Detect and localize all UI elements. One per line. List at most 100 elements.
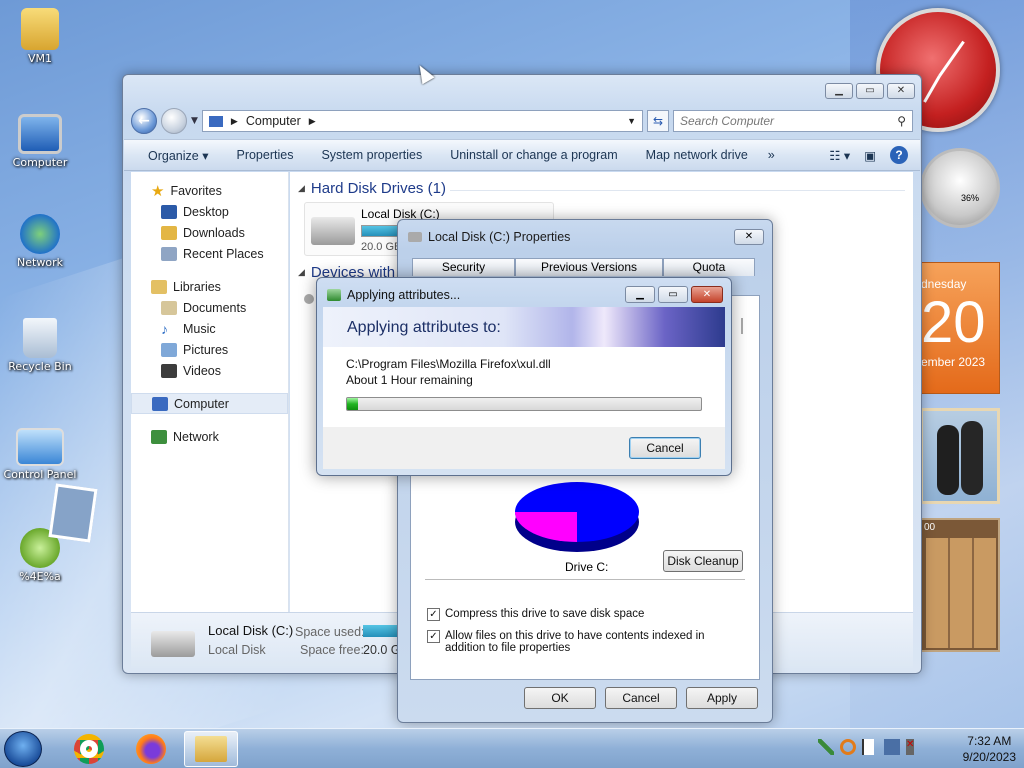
desktop-icon-computer[interactable]: Computer — [0, 114, 80, 169]
forward-button[interactable] — [161, 108, 187, 134]
close-button[interactable]: ✕ — [734, 229, 764, 245]
recent-pages-chevron-icon[interactable]: ▼ — [191, 116, 198, 126]
system-properties-button[interactable]: System properties — [321, 148, 422, 162]
ok-button[interactable]: OK — [524, 687, 596, 709]
details-type: Local Disk — [208, 643, 266, 657]
clock-area[interactable]: 7:32 AM 9/20/2023 — [963, 733, 1016, 765]
desktop-icon-recycle-bin[interactable]: Recycle Bin — [0, 318, 80, 373]
attributes-icon — [327, 289, 341, 301]
network-icon — [151, 429, 167, 444]
group-label: Hard Disk Drives (1) — [310, 180, 446, 197]
taskbar-explorer[interactable] — [184, 731, 238, 767]
taskbar-chrome[interactable] — [62, 731, 116, 767]
breadcrumb-separator-icon[interactable]: ▶ — [309, 116, 316, 127]
minimize-button[interactable]: ▁ — [625, 286, 655, 303]
search-magnifier-icon[interactable] — [840, 739, 856, 755]
desktop-icon-vm1[interactable]: VM1 — [0, 8, 80, 65]
clock-hand — [923, 75, 941, 103]
nav-item-music[interactable]: ♪ Music — [131, 318, 288, 339]
properties-button[interactable]: Properties — [236, 148, 293, 162]
nav-favorites[interactable]: ★ Favorites — [131, 180, 288, 201]
index-checkbox[interactable]: ✓ — [427, 630, 440, 643]
disk-cleanup-button[interactable]: Disk Cleanup — [663, 550, 743, 572]
start-button[interactable] — [4, 731, 42, 767]
nav-label: Network — [173, 429, 219, 444]
search-input[interactable]: Search Computer ⚲ — [673, 110, 913, 132]
desktop-icon-network[interactable]: Network — [0, 214, 80, 269]
collapse-triangle-icon[interactable]: ◢ — [298, 267, 305, 278]
group-hard-disk-drives[interactable]: ◢ Hard Disk Drives (1) — [298, 180, 446, 197]
disk-usage-pie-chart — [515, 482, 639, 552]
desktop-icon-label: %4E%a — [19, 570, 61, 583]
calendar-gadget[interactable]: dnesday 20 ember 2023 — [920, 262, 1000, 394]
current-file-path: C:\Program Files\Mozilla Firefox\xul.dll — [346, 357, 551, 371]
desktop-icon-label: Control Panel — [3, 468, 77, 481]
window-controls: ▁ ▭ ✕ — [625, 286, 723, 303]
nav-item-recent-places[interactable]: Recent Places — [131, 243, 288, 264]
desktop-icon-control-panel[interactable]: Control Panel — [0, 428, 80, 481]
close-button[interactable]: ✕ — [691, 286, 723, 303]
breadcrumb-computer[interactable]: Computer — [246, 114, 301, 128]
taskbar-firefox[interactable] — [124, 731, 178, 767]
help-icon[interactable]: ? — [890, 146, 908, 164]
tab-previous-versions[interactable]: Previous Versions — [515, 258, 663, 276]
search-icon[interactable]: ⚲ — [897, 114, 906, 128]
apply-status-panel: C:\Program Files\Mozilla Firefox\xul.dll… — [323, 347, 725, 427]
nav-libraries[interactable]: Libraries — [131, 276, 288, 297]
tab-quota[interactable]: Quota — [663, 258, 755, 276]
computer-icon — [18, 114, 62, 154]
map-network-drive-button[interactable]: Map network drive — [646, 148, 748, 162]
network-tray-icon[interactable] — [884, 739, 900, 755]
slideshow-gadget[interactable] — [920, 408, 1000, 504]
index-drive-option[interactable]: ✓ Allow files on this drive to have cont… — [427, 630, 737, 654]
apply-progress-fill — [347, 398, 358, 410]
cancel-button[interactable]: Cancel — [605, 687, 677, 709]
volume-muted-icon[interactable]: ✕ — [906, 739, 922, 755]
compress-label: Compress this drive to save disk space — [445, 608, 645, 620]
cancel-button[interactable]: Cancel — [629, 437, 701, 459]
cpu-meter-gadget[interactable]: 36% — [920, 148, 1000, 228]
nav-item-pictures[interactable]: Pictures — [131, 339, 288, 360]
compress-drive-option[interactable]: ✓ Compress this drive to save disk space — [427, 608, 644, 621]
details-space-used-label: Space used: — [295, 625, 365, 639]
flag-icon[interactable] — [862, 739, 878, 755]
desktop-icon-label: VM1 — [27, 52, 52, 65]
maximize-button[interactable]: ▭ — [856, 83, 884, 99]
refresh-icon[interactable]: ⇆ — [647, 110, 669, 132]
firefox-icon — [136, 734, 166, 764]
organize-button[interactable]: Organize ▾ — [148, 148, 208, 163]
minimize-button[interactable]: ▁ — [825, 83, 853, 99]
more-commands-button[interactable]: » — [768, 148, 775, 162]
nav-item-desktop[interactable]: Desktop — [131, 201, 288, 222]
uninstall-program-button[interactable]: Uninstall or change a program — [450, 148, 617, 162]
nav-item-documents[interactable]: Documents — [131, 297, 288, 318]
calendar-date: 20 — [921, 290, 986, 355]
address-bar[interactable]: ▶ Computer ▶ ▼ — [201, 110, 643, 132]
picture-puzzle-gadget[interactable]: 00 — [920, 518, 1000, 652]
penguin-image — [937, 425, 959, 495]
explorer-folder-icon — [195, 736, 227, 762]
maximize-button[interactable]: ▭ — [658, 286, 688, 303]
apply-button[interactable]: Apply — [686, 687, 758, 709]
nav-network[interactable]: Network — [131, 426, 288, 447]
navigation-pane: ★ Favorites Desktop Downloads Recent Pla… — [131, 172, 289, 612]
nav-label: Downloads — [183, 225, 245, 240]
breadcrumb-separator-icon[interactable]: ▶ — [231, 116, 238, 127]
dimmed-row — [741, 318, 743, 334]
tab-security[interactable]: Security — [412, 258, 515, 276]
apply-title: Applying attributes... — [347, 288, 461, 302]
hard-drive-icon — [311, 217, 355, 245]
nav-item-videos[interactable]: Videos — [131, 360, 288, 381]
compress-checkbox[interactable]: ✓ — [427, 608, 440, 621]
address-dropdown-icon[interactable]: ▼ — [627, 116, 636, 126]
meter-percent: 36% — [961, 193, 980, 203]
preview-pane-icon[interactable]: ▣ — [864, 148, 876, 163]
computer-icon — [152, 396, 168, 411]
change-view-icon[interactable]: ☷ ▾ — [829, 148, 850, 163]
back-button[interactable]: ← — [131, 108, 157, 134]
nav-item-downloads[interactable]: Downloads — [131, 222, 288, 243]
collapse-triangle-icon[interactable]: ◢ — [298, 183, 305, 194]
pen-icon[interactable] — [818, 739, 834, 755]
close-button[interactable]: ✕ — [887, 83, 915, 99]
nav-computer[interactable]: Computer — [131, 393, 288, 414]
